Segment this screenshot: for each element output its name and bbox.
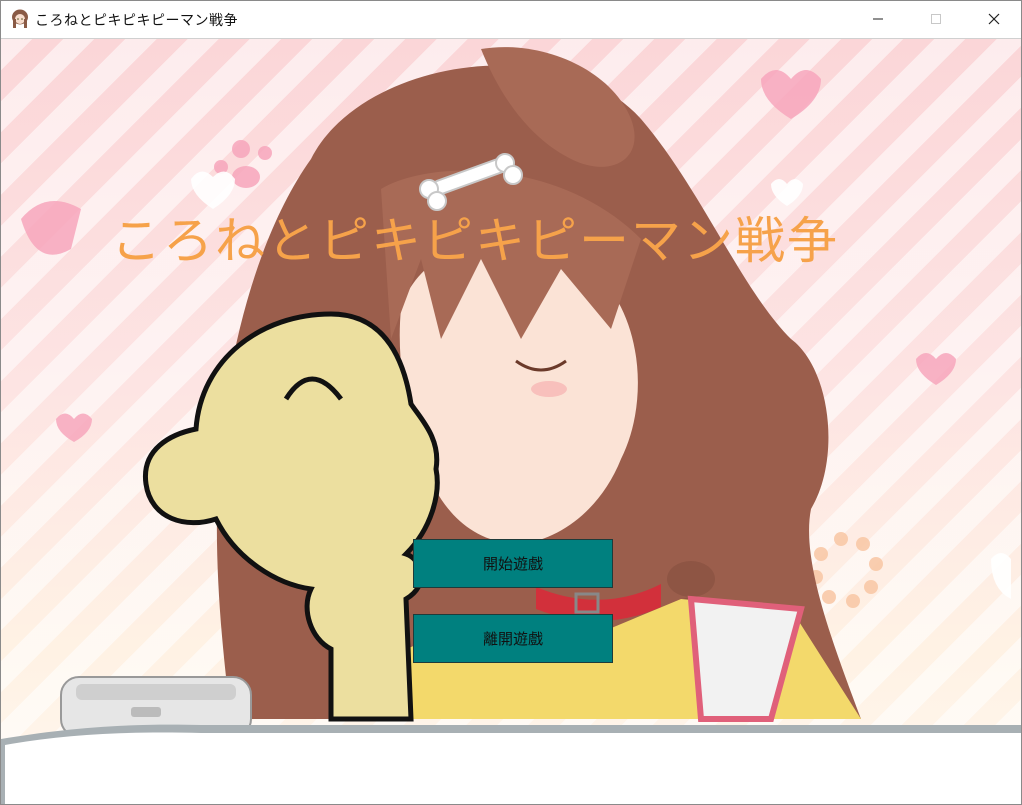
- start-game-button[interactable]: 開始遊戲: [413, 539, 613, 588]
- character-app-icon: [12, 9, 28, 28]
- dialog-box: [1, 724, 1021, 804]
- game-title: ころねとピキピキピーマン戦争: [111, 212, 839, 270]
- maximize-button[interactable]: [907, 1, 965, 37]
- minimize-button[interactable]: [849, 1, 907, 37]
- close-button[interactable]: [965, 1, 1021, 37]
- quit-game-button[interactable]: 離開遊戲: [413, 614, 613, 663]
- minimize-icon: [873, 18, 883, 20]
- close-icon: [988, 13, 1000, 25]
- game-canvas: ころねとピキピキピーマン戦争 開始遊戲 離開遊戲: [1, 39, 1021, 804]
- window-title: ころねとピキピキピーマン戦争: [35, 13, 238, 29]
- title-bar: ころねとピキピキピーマン戦争: [1, 1, 1021, 39]
- title-background-art: [21, 47, 1011, 738]
- maximize-icon: [931, 14, 941, 24]
- game-window: ころねとピキピキピーマン戦争 ころねとピキピキピーマン戦争 開始遊戲 離開遊戲: [0, 0, 1022, 805]
